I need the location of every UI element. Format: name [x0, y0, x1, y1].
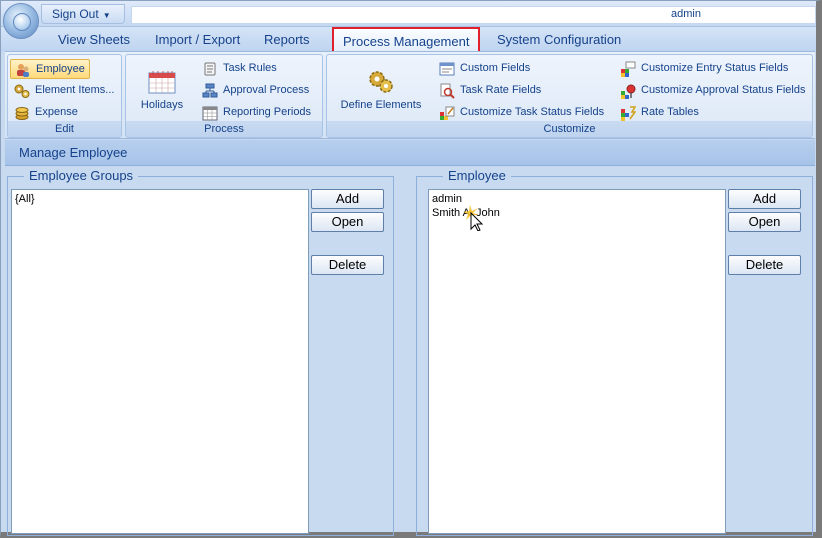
status-pin-icon	[621, 84, 636, 99]
holidays-label: Holidays	[140, 99, 184, 111]
rate-table-icon	[621, 106, 636, 121]
gears-icon	[14, 84, 30, 98]
add-group-button[interactable]: Add	[311, 189, 384, 209]
rate-tables-button[interactable]: Rate Tables	[616, 103, 703, 123]
employee-legend: Employee	[443, 168, 511, 183]
employee-groups-list[interactable]: {All}	[11, 189, 309, 534]
calendar-icon	[148, 71, 176, 94]
rate-tables-label: Rate Tables	[641, 106, 699, 118]
task-rules-label: Task Rules	[223, 62, 277, 74]
sign-out-button[interactable]: Sign Out ▼	[41, 4, 125, 24]
tab-process-management[interactable]: Process Management	[332, 27, 481, 51]
current-user: admin	[131, 6, 816, 24]
custom-fields-label: Custom Fields	[460, 62, 531, 74]
task-rate-fields-label: Task Rate Fields	[460, 84, 542, 96]
group-customize-label: Customize	[327, 121, 812, 137]
app-orb-button[interactable]	[3, 3, 39, 39]
list-item[interactable]: {All}	[15, 192, 305, 206]
employee-button[interactable]: Employee	[10, 59, 90, 79]
scroll-icon	[204, 62, 216, 76]
customize-entry-status-fields-label: Customize Entry Status Fields	[641, 62, 789, 74]
employee-list[interactable]: admin Smith A, John	[428, 189, 726, 534]
group-edit: Employee Element Items... Expense Edit	[7, 54, 122, 138]
define-elements-button[interactable]: Define Elements	[337, 67, 425, 111]
open-group-button[interactable]: Open	[311, 212, 384, 232]
approval-process-button[interactable]: Approval Process	[198, 81, 313, 101]
app-window: Sign Out ▼ admin View Sheets Import / Exp…	[0, 0, 822, 538]
group-process: Holidays Task Rules Approval Process Rep…	[125, 54, 323, 138]
customize-approval-status-fields-button[interactable]: Customize Approval Status Fields	[616, 81, 809, 101]
expense-button[interactable]: Expense	[10, 103, 82, 123]
element-items-label: Element Items...	[35, 84, 115, 96]
approval-process-label: Approval Process	[223, 84, 310, 96]
customize-entry-status-fields-button[interactable]: Customize Entry Status Fields	[616, 59, 792, 79]
gears-icon	[369, 71, 393, 93]
ribbon: Employee Element Items... Expense Edit H…	[5, 51, 815, 139]
tab-reports[interactable]: Reports	[264, 32, 310, 47]
orb-icon	[13, 13, 31, 31]
flowchart-icon	[202, 83, 218, 98]
ribbon-tabs: View Sheets Import / Export Reports Proc…	[1, 27, 816, 51]
status-grid-icon	[621, 61, 636, 77]
reporting-periods-label: Reporting Periods	[223, 106, 312, 118]
open-employee-button[interactable]: Open	[728, 212, 801, 232]
reporting-periods-button[interactable]: Reporting Periods	[198, 103, 315, 123]
tab-system-configuration[interactable]: System Configuration	[497, 32, 621, 47]
calendar-grid-icon	[202, 106, 218, 121]
task-rules-button[interactable]: Task Rules	[198, 59, 281, 79]
add-employee-button[interactable]: Add	[728, 189, 801, 209]
employee-groups-legend: Employee Groups	[24, 168, 139, 183]
list-item[interactable]: admin	[432, 192, 722, 206]
coins-icon	[15, 107, 29, 120]
group-process-label: Process	[126, 121, 322, 137]
sign-out-label: Sign Out	[52, 7, 99, 21]
tab-import-export[interactable]: Import / Export	[155, 32, 240, 47]
custom-fields-button[interactable]: Custom Fields	[435, 59, 534, 79]
customize-task-status-fields-button[interactable]: Customize Task Status Fields	[435, 103, 608, 123]
group-customize: Define Elements Custom Fields Task Rate …	[326, 54, 813, 138]
tab-view-sheets[interactable]: View Sheets	[58, 32, 130, 47]
magnify-icon	[440, 83, 455, 99]
chevron-down-icon: ▼	[102, 11, 111, 20]
define-elements-label: Define Elements	[340, 99, 422, 111]
customize-task-status-fields-label: Customize Task Status Fields	[460, 106, 605, 118]
element-items-button[interactable]: Element Items...	[10, 81, 118, 101]
task-rate-fields-button[interactable]: Task Rate Fields	[435, 81, 545, 101]
page-title: Manage Employee	[5, 140, 815, 166]
employee-icon	[17, 64, 29, 77]
delete-employee-button[interactable]: Delete	[728, 255, 801, 275]
customize-approval-status-fields-label: Customize Approval Status Fields	[641, 84, 806, 96]
employee-label: Employee	[36, 63, 85, 75]
expense-label: Expense	[35, 106, 78, 118]
status-edit-icon	[440, 106, 455, 120]
mouse-cursor-icon	[463, 205, 484, 231]
form-icon	[439, 62, 455, 76]
group-edit-label: Edit	[8, 121, 121, 137]
holidays-button[interactable]: Holidays	[132, 67, 192, 111]
delete-group-button[interactable]: Delete	[311, 255, 384, 275]
